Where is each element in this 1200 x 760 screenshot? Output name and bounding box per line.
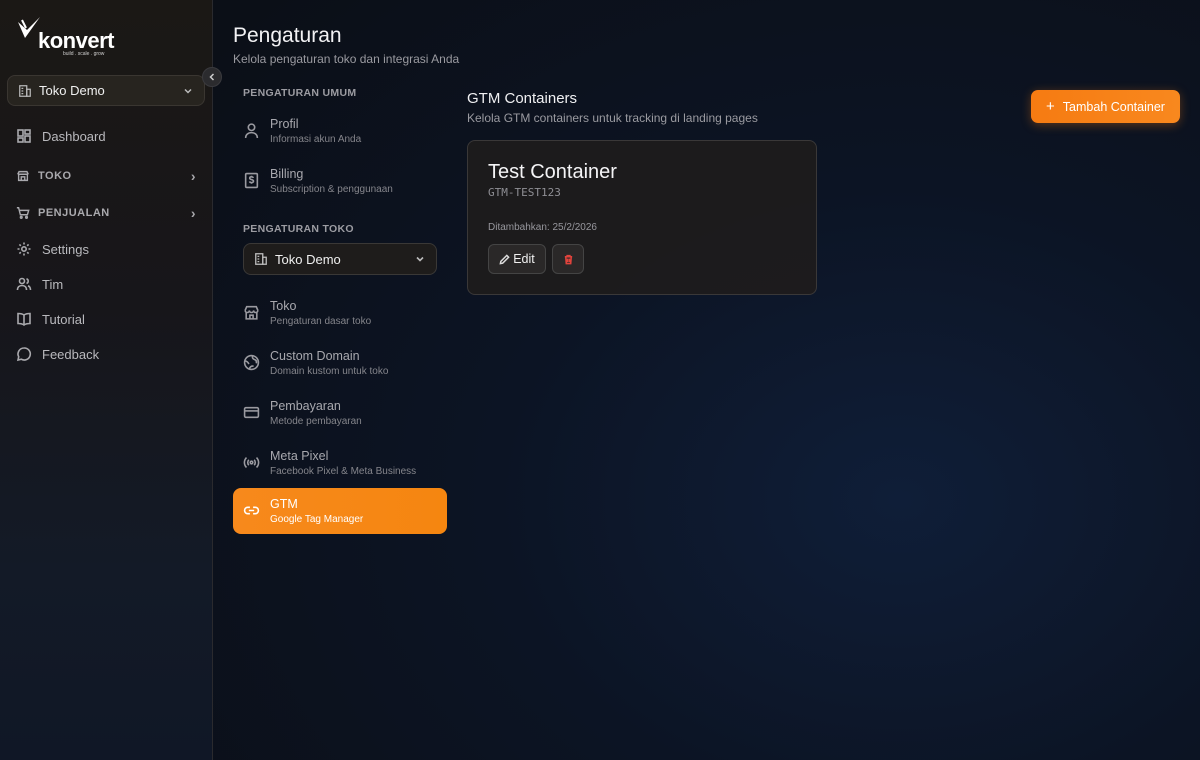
sidebar-item-label: Settings (42, 241, 89, 257)
sidebar-item-label: Dashboard (42, 128, 106, 144)
settings-item-subtitle: Informasi akun Anda (270, 134, 362, 145)
logo-tagline: build . scale . grow (63, 51, 105, 57)
settings-store-select[interactable]: Toko Demo (243, 243, 437, 275)
cart-icon (16, 207, 30, 219)
sidebar-item-tutorial[interactable]: Tutorial (16, 311, 85, 327)
settings-item-gtm[interactable]: GTM Google Tag Manager (233, 488, 447, 534)
sidebar-section-penjualan[interactable]: PENJUALAN › (16, 205, 196, 221)
sidebar-section-toko[interactable]: TOKO › (16, 168, 196, 184)
section-title: GTM Containers (467, 90, 578, 107)
settings-store-heading: PENGATURAN TOKO (243, 223, 354, 235)
add-container-button[interactable]: + Tambah Container (1031, 90, 1180, 123)
settings-item-custom-domain[interactable]: Custom Domain Domain kustom untuk toko (233, 340, 447, 386)
link-icon (243, 506, 260, 515)
settings-item-subtitle: Metode pembayaran (270, 416, 362, 427)
chevron-down-icon (184, 88, 192, 94)
book-icon (17, 312, 31, 327)
settings-item-billing[interactable]: Billing Subscription & penggunaan (233, 158, 447, 204)
plus-icon: + (1046, 98, 1055, 115)
user-icon (244, 123, 259, 139)
container-added-date: Ditambahkan: 25/2/2026 (488, 222, 597, 233)
sidebar-item-label: Feedback (42, 346, 100, 362)
container-name: Test Container (488, 161, 617, 183)
delete-button[interactable] (552, 244, 584, 274)
chevron-right-icon: › (190, 205, 196, 221)
sidebar-item-label: Tutorial (42, 311, 85, 327)
sidebar-store-select[interactable]: Toko Demo (7, 75, 205, 106)
chevron-right-icon: › (190, 168, 196, 184)
building-icon (255, 253, 267, 265)
sidebar-item-label: Tim (42, 276, 64, 292)
globe-icon (243, 354, 260, 371)
sidebar: konvert build . scale . grow Toko Demo D… (0, 0, 213, 760)
sidebar-store-select-value: Toko Demo (39, 83, 105, 98)
logo[interactable]: konvert build . scale . grow (16, 16, 116, 58)
broadcast-icon (243, 456, 260, 469)
chevron-down-icon (416, 256, 424, 262)
building-icon (19, 84, 31, 97)
settings-item-title: Toko (270, 299, 297, 313)
sidebar-section-label: TOKO (38, 170, 72, 182)
settings-item-meta-pixel[interactable]: Meta Pixel Facebook Pixel & Meta Busines… (233, 440, 447, 486)
sidebar-item-settings[interactable]: Settings (16, 241, 89, 257)
sidebar-item-dashboard[interactable]: Dashboard (16, 128, 106, 144)
sidebar-item-tim[interactable]: Tim (16, 276, 63, 292)
settings-item-title: Custom Domain (270, 349, 360, 363)
settings-item-title: Pembayaran (270, 399, 341, 413)
store-icon (244, 305, 259, 320)
edit-button[interactable]: Edit (488, 244, 546, 274)
sidebar-item-feedback[interactable]: Feedback (16, 346, 99, 362)
settings-item-pembayaran[interactable]: Pembayaran Metode pembayaran (233, 390, 447, 436)
trash-icon (564, 254, 572, 264)
settings-store-select-value: Toko Demo (275, 251, 341, 267)
settings-item-subtitle: Google Tag Manager (270, 514, 364, 525)
store-icon (17, 170, 29, 182)
page-title: Pengaturan (233, 24, 342, 47)
settings-item-subtitle: Subscription & penggunaan (270, 184, 393, 195)
sidebar-collapse-button[interactable] (202, 67, 222, 87)
gear-icon (17, 242, 31, 256)
settings-general-heading: PENGATURAN UMUM (243, 87, 357, 99)
users-icon (16, 277, 32, 291)
credit-card-icon (243, 406, 260, 419)
chat-icon (16, 347, 32, 362)
add-container-label: Tambah Container (1062, 99, 1165, 114)
edit-label: Edit (513, 252, 535, 266)
container-card: Test Container GTM-TEST123 Ditambahkan: … (467, 140, 817, 295)
settings-item-profil[interactable]: Profil Informasi akun Anda (233, 108, 447, 154)
settings-item-subtitle: Domain kustom untuk toko (270, 366, 389, 377)
chevron-left-icon (209, 73, 215, 81)
dashboard-icon (17, 129, 31, 143)
billing-icon (244, 172, 259, 189)
settings-item-toko[interactable]: Toko Pengaturan dasar toko (233, 290, 447, 336)
container-id: GTM-TEST123 (488, 186, 561, 199)
settings-item-subtitle: Pengaturan dasar toko (270, 316, 372, 327)
settings-item-subtitle: Facebook Pixel & Meta Business (270, 466, 417, 477)
settings-item-title: Billing (270, 167, 304, 181)
settings-item-title: Meta Pixel (270, 449, 329, 463)
pencil-icon (499, 253, 510, 265)
settings-item-title: GTM (270, 497, 298, 511)
sidebar-section-label: PENJUALAN (38, 207, 110, 219)
settings-item-title: Profil (270, 117, 299, 131)
section-subtitle: Kelola GTM containers untuk tracking di … (467, 111, 758, 125)
page-subtitle: Kelola pengaturan toko dan integrasi And… (233, 52, 460, 66)
